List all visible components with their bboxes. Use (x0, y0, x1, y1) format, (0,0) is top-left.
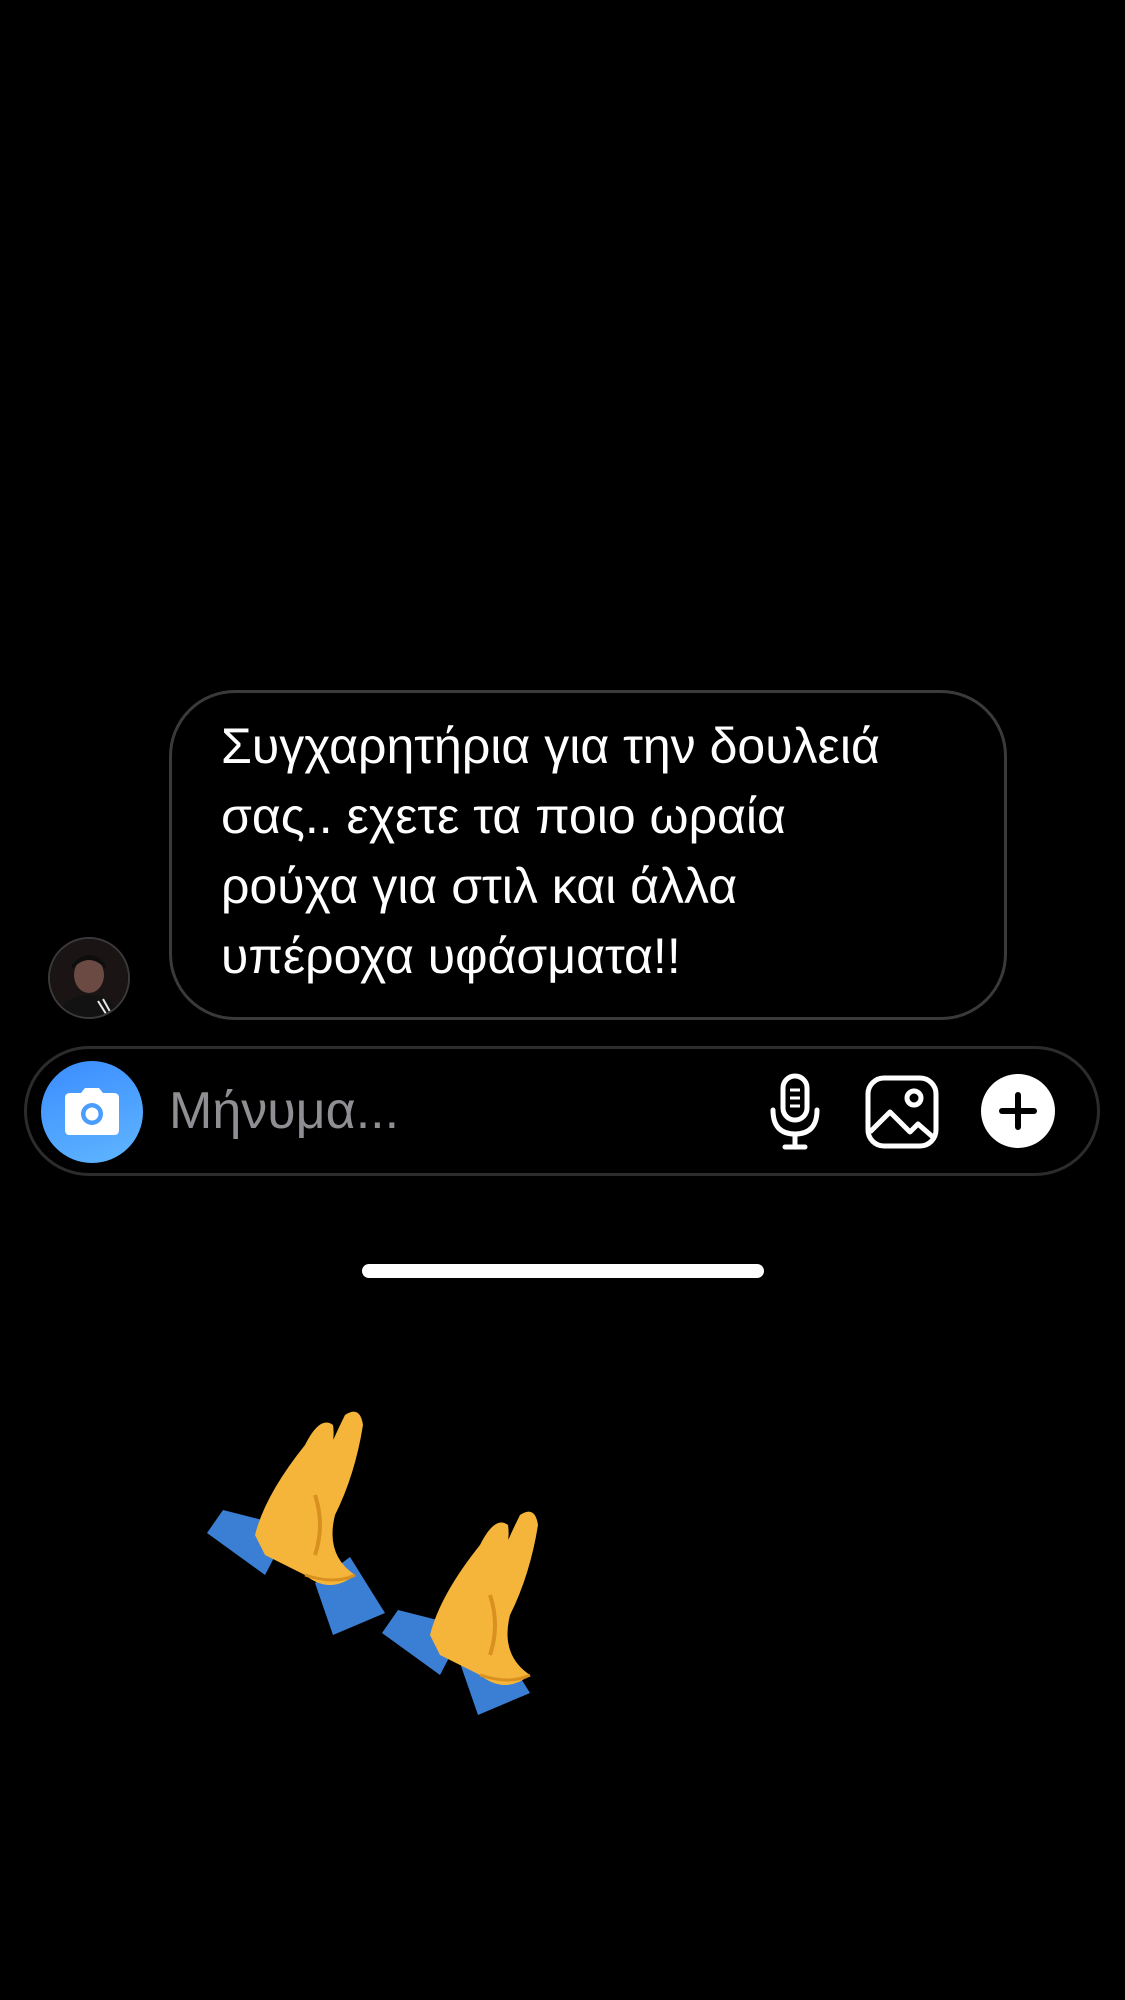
gallery-icon (865, 1075, 939, 1149)
more-options-button[interactable] (981, 1074, 1055, 1148)
message-input[interactable] (169, 1071, 729, 1151)
camera-icon (65, 1088, 119, 1135)
home-indicator[interactable] (362, 1264, 764, 1278)
camera-button[interactable] (41, 1061, 143, 1163)
sender-avatar[interactable] (48, 937, 130, 1019)
reaction-emoji (195, 1405, 595, 1755)
message-composer (24, 1046, 1100, 1176)
microphone-icon (770, 1073, 820, 1150)
plus-icon (999, 1092, 1037, 1130)
gallery-button[interactable] (859, 1072, 945, 1152)
incoming-message-bubble[interactable]: Συγχαρητήρια για την δουλειά σας.. εχετε… (169, 690, 1007, 1020)
folded-hands-icon (207, 1411, 538, 1715)
avatar-image (50, 939, 128, 1017)
message-text: Συγχαρητήρια για την δουλειά σας.. εχετε… (221, 718, 880, 984)
microphone-button[interactable] (755, 1072, 835, 1152)
